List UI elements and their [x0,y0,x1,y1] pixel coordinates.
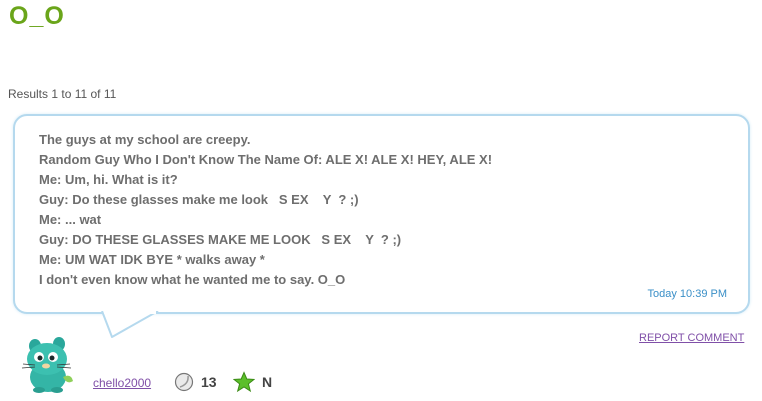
comment-line: Me: ... wat [39,212,102,227]
comment-line: Random Guy Who I Don't Know The Name Of:… [39,152,493,167]
comment-line: Guy: Do these glasses make me look S EX … [39,192,359,207]
comment-bubble: The guys at my school are creepy. Random… [13,114,750,314]
author-rank: N [262,374,273,390]
comment-line: Guy: DO THESE GLASSES MAKE ME LOOK S EX … [39,232,402,247]
moon-badge-icon [174,372,194,392]
comment-line: The guys at my school are creepy. [39,132,251,147]
page-title: O_O [9,2,65,30]
author-username-link[interactable]: chello2000 [93,376,151,390]
report-comment-link[interactable]: REPORT COMMENT [639,332,744,344]
comment-line: Me: Um, hi. What is it? [39,172,178,187]
speech-bubble-tail [101,311,159,338]
results-count: Results 1 to 11 of 11 [8,87,117,101]
author-level: 13 [201,374,217,390]
comment-timestamp: Today 10:39 PM [647,288,728,300]
comment-line: I don't even know what he wanted me to s… [39,272,346,287]
green-star-icon [233,371,255,393]
comment-line: Me: UM WAT IDK BYE * walks away * [39,252,265,267]
green-creature-avatar-icon[interactable] [15,337,83,395]
comment-body: The guys at my school are creepy. Random… [39,130,492,290]
